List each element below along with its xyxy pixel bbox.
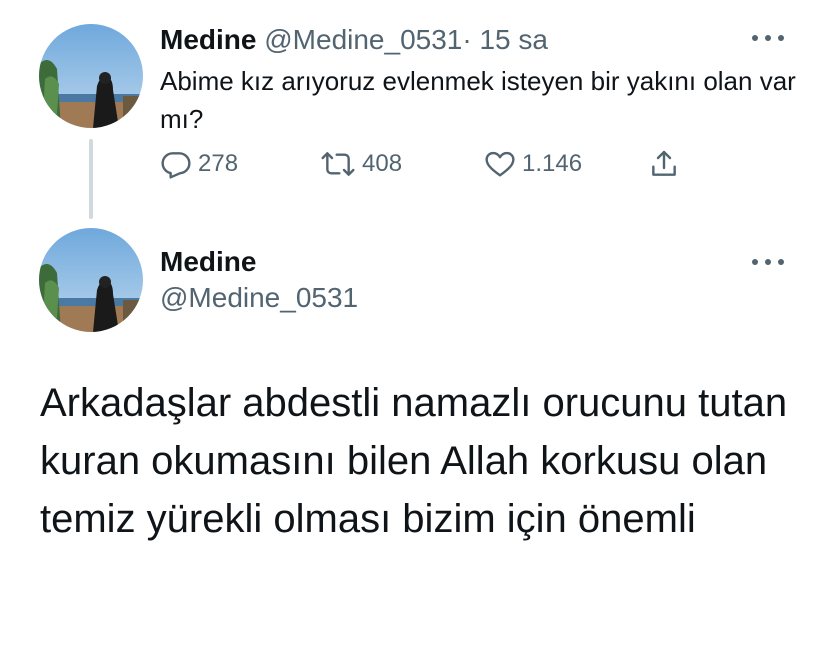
display-name[interactable]: Medine	[160, 245, 256, 279]
reply-button[interactable]: 278	[160, 148, 238, 180]
more-options-icon[interactable]	[752, 30, 784, 46]
share-button[interactable]	[648, 148, 680, 180]
tweet-text: Abime kız arıyoruz evlenmek isteyen bir …	[160, 66, 796, 134]
separator-dot: ·	[462, 24, 472, 55]
avatar[interactable]	[39, 228, 143, 332]
more-options-icon[interactable]	[752, 254, 784, 270]
user-handle[interactable]: @Medine_0531	[160, 281, 358, 315]
like-button[interactable]: 1.146	[484, 148, 582, 180]
retweet-count: 408	[362, 150, 403, 177]
share-icon	[652, 150, 676, 176]
like-count: 1.146	[522, 150, 583, 177]
reply-icon	[161, 152, 191, 179]
user-handle[interactable]: @Medine_0531	[264, 24, 462, 55]
display-name[interactable]: Medine	[160, 24, 256, 55]
retweet-icon	[321, 152, 355, 176]
heart-icon	[485, 151, 515, 177]
retweet-button[interactable]: 408	[320, 148, 402, 180]
reply-count: 278	[198, 150, 239, 177]
thread-line	[89, 139, 93, 219]
tweet-header: Medine @Medine_0531· 15 sa	[160, 23, 548, 57]
tweet-text: Arkadaşlar abdestli namazlı orucunu tuta…	[40, 381, 788, 541]
timestamp[interactable]: 15 sa	[479, 24, 548, 55]
avatar[interactable]	[39, 24, 143, 128]
